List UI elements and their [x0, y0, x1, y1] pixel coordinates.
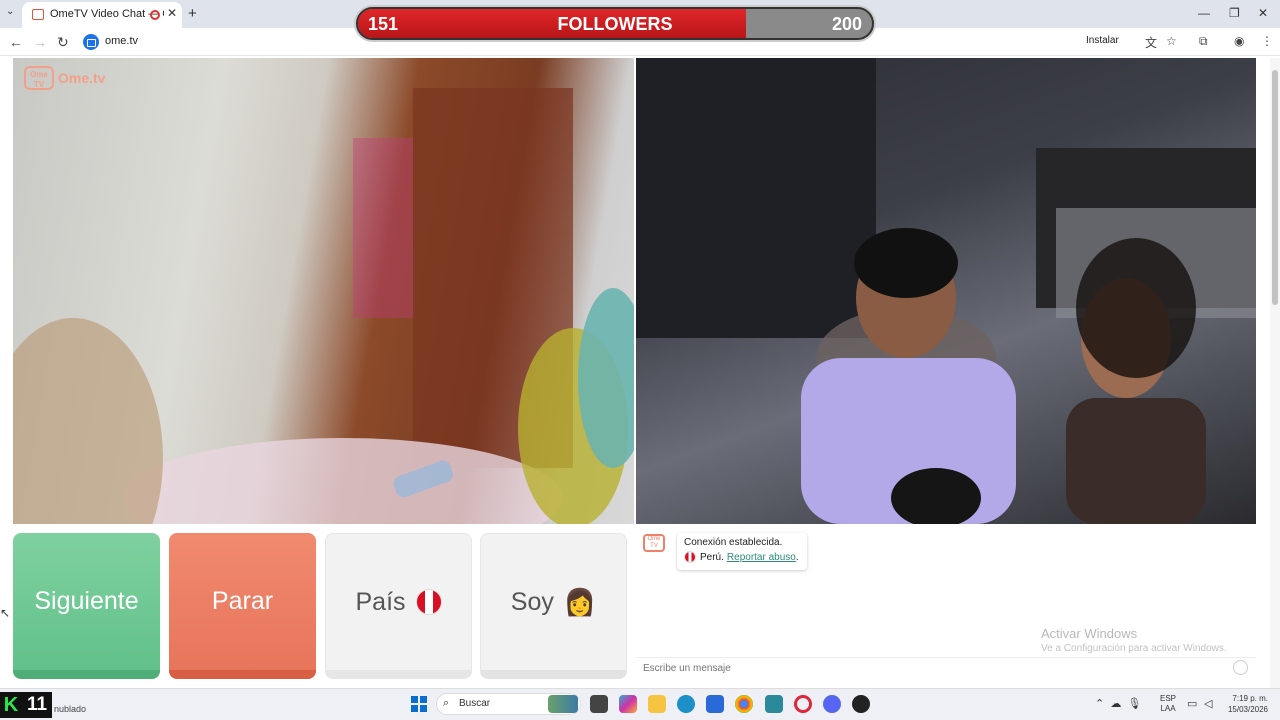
file-explorer-icon[interactable] — [648, 695, 666, 713]
chat-message-input[interactable] — [636, 657, 1256, 679]
emoji-picker-icon[interactable] — [1233, 660, 1248, 675]
country-filter-button[interactable]: País — [325, 533, 472, 679]
recording-indicator-icon — [150, 10, 160, 20]
copilot-icon[interactable] — [619, 695, 637, 713]
gender-filter-button[interactable]: Soy 👩 — [480, 533, 627, 679]
edge-browser-icon[interactable] — [677, 695, 695, 713]
tab-search-menu-icon[interactable]: ⌄ — [6, 6, 14, 17]
new-tab-button[interactable]: + — [188, 5, 197, 22]
network-icon[interactable]: ▭ — [1187, 697, 1197, 710]
woman-emoji-icon: 👩 — [563, 586, 597, 617]
peru-flag-icon — [415, 589, 442, 615]
microsoft-store-icon[interactable] — [706, 695, 724, 713]
search-icon: ⌕ — [443, 697, 450, 709]
activate-windows-title: Activar Windows — [1041, 626, 1138, 641]
bookmark-star-icon[interactable]: ☆ — [1166, 34, 1177, 48]
page-scrollbar[interactable] — [1270, 58, 1280, 688]
system-tray-icons[interactable]: ⌃ ☁ 🎙 — [1095, 697, 1141, 710]
keyboard-layout: LAA — [1160, 704, 1176, 713]
restore-button[interactable]: ❐ — [1229, 6, 1240, 20]
site-info-icon[interactable] — [83, 34, 99, 50]
reload-icon[interactable]: ↻ — [57, 34, 69, 51]
windows-start-icon[interactable] — [411, 696, 427, 712]
connection-country-line: Perú. Reportar abuso . — [684, 551, 800, 563]
chrome-icon[interactable] — [735, 695, 753, 713]
discord-icon[interactable] — [823, 695, 841, 713]
search-highlight-image — [548, 695, 578, 713]
minimize-button[interactable]: — — [1198, 6, 1210, 20]
bedroom-scene-illustration — [13, 88, 634, 524]
language-indicator[interactable]: ESP LAA — [1160, 694, 1176, 714]
activate-windows-subtitle: Ve a Configuración para activar Windows. — [1041, 643, 1227, 654]
mouse-cursor-icon: ↖ — [0, 606, 11, 620]
windows-taskbar — [0, 688, 1280, 720]
followers-goal-count: 200 — [831, 14, 862, 34]
volume-icon[interactable]: ◁ — [1204, 697, 1212, 710]
ometv-logo-text: Ome.tv — [58, 70, 106, 86]
remote-video-feed — [636, 58, 1256, 524]
weather-widget[interactable]: nublado — [54, 704, 86, 714]
address-bar[interactable]: ome.tv — [105, 35, 138, 47]
tab-title: OmeTV Video Chat — Ome — [50, 8, 164, 20]
extensions-icon[interactable]: ⧉ — [1199, 34, 1208, 49]
country-name: Perú. — [700, 551, 724, 563]
country-label: País — [355, 587, 406, 616]
k-logo-badge: K — [0, 692, 22, 718]
chat-ometv-logo-icon: Ome TV — [643, 534, 665, 552]
language-code: ESP — [1160, 694, 1177, 703]
connection-status-text: Conexión establecida. — [684, 537, 783, 548]
scrollbar-thumb[interactable] — [1272, 70, 1278, 305]
gender-label: Soy — [510, 587, 554, 616]
clock-date: 15/03/2026 — [1227, 705, 1268, 714]
remote-scene-illustration — [636, 58, 1256, 524]
menu-dots-icon[interactable]: ⋮ — [1261, 34, 1273, 48]
notepad-icon[interactable] — [765, 695, 783, 713]
translate-icon[interactable]: 文 — [1145, 34, 1157, 51]
k11-number: 11 — [22, 692, 52, 718]
back-arrow-icon[interactable]: ← — [9, 34, 23, 50]
obs-icon[interactable] — [852, 695, 870, 713]
taskbar-clock[interactable]: 7:19 p. m. 15/03/2026 — [1222, 693, 1268, 715]
close-window-button[interactable]: ✕ — [1258, 6, 1268, 20]
report-abuse-link[interactable]: Reportar abuso — [727, 552, 796, 563]
ometv-favicon-icon — [32, 9, 44, 20]
task-view-icon[interactable] — [590, 695, 608, 713]
clock-time: 7:19 p. m. — [1232, 694, 1268, 703]
install-app-button[interactable]: Instalar — [1086, 35, 1119, 46]
next-label: Siguiente — [34, 587, 139, 615]
followers-progress-bar: 151 FOLLOWERS 200 — [356, 7, 874, 40]
connection-message: Conexión establecida. Perú. Reportar abu… — [677, 533, 807, 570]
opera-icon[interactable] — [794, 695, 812, 713]
taskbar-search-label: Buscar — [459, 698, 491, 709]
peru-flag-small-icon — [684, 551, 696, 563]
ometv-logo-badge: Ome TV — [24, 66, 54, 90]
report-punctuation: . — [795, 551, 799, 563]
stop-button[interactable]: Parar — [169, 533, 316, 679]
tab-ometv[interactable]: OmeTV Video Chat — Ome ✕ — [22, 2, 182, 28]
stop-label: Parar — [211, 587, 274, 615]
next-button[interactable]: Siguiente — [13, 533, 160, 679]
profile-icon[interactable]: ◉ — [1234, 34, 1244, 48]
tab-close-button[interactable]: ✕ — [167, 6, 177, 20]
local-video-feed — [13, 58, 634, 524]
followers-label: FOLLOWERS — [557, 14, 673, 34]
forward-arrow-icon[interactable]: → — [33, 34, 47, 50]
